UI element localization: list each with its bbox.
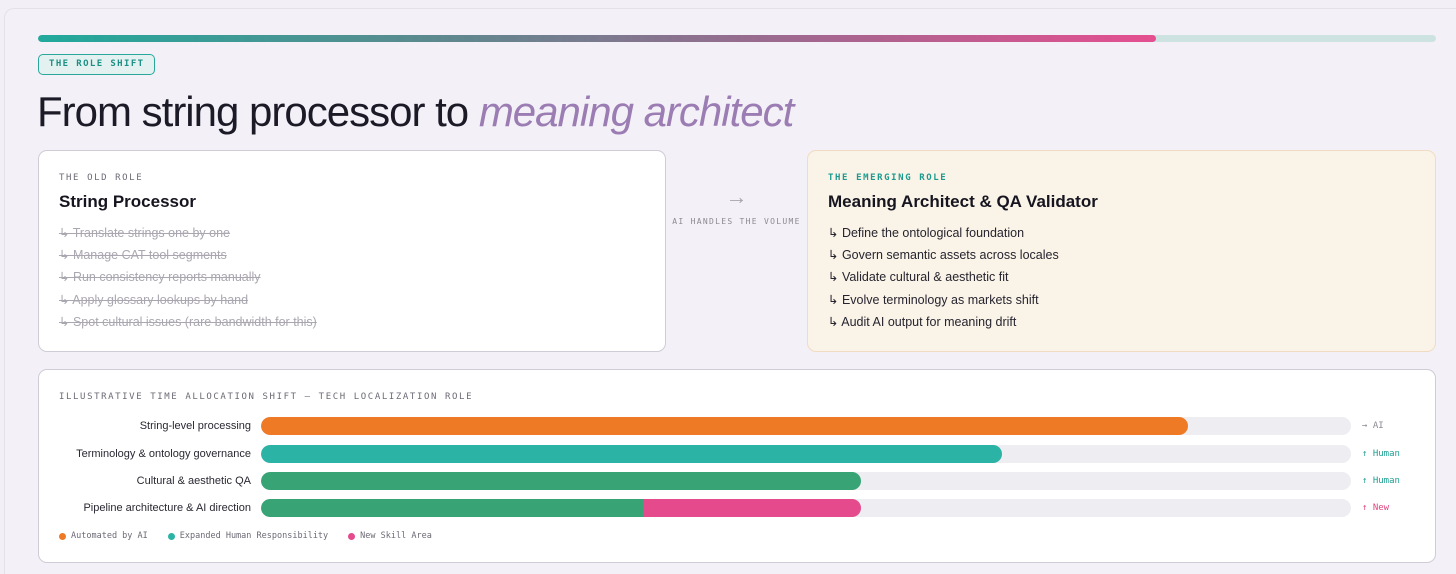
bar-segment: [261, 445, 1003, 463]
legend-dot-icon: [348, 532, 356, 540]
bar-segment: [261, 499, 643, 517]
chart-row: Cultural & aesthetic QA ↑ Human: [39, 472, 1437, 490]
section-badge: THE ROLE SHIFT: [38, 54, 156, 75]
arrow-right-icon: →: [725, 184, 748, 209]
time-allocation-chart: ILLUSTRATIVE TIME ALLOCATION SHIFT — TEC…: [38, 369, 1436, 563]
old-role-item: ↳ Translate strings one by one: [59, 226, 230, 240]
legend-label: New Skill Area: [360, 531, 432, 541]
chart-row: Pipeline architecture & AI direction ↑ Ne…: [39, 499, 1437, 517]
old-role-item: ↳ Run consistency reports manually: [59, 270, 261, 285]
new-role-card: THE EMERGING ROLE Meaning Architect & QA…: [807, 150, 1436, 352]
bar-track: [261, 417, 1351, 435]
old-role-card: THE OLD ROLE String Processor ↳ Translat…: [38, 150, 666, 352]
bar-track: [261, 445, 1351, 463]
chart-row: String-level processing → AI: [39, 417, 1437, 435]
new-role-list: ↳ Define the ontological foundation ↳ Go…: [828, 222, 1415, 333]
bar-track: [261, 499, 1351, 517]
chart-row: Terminology & ontology governance ↑ Human: [39, 445, 1437, 463]
title-main: From string processor to: [37, 88, 479, 135]
chart-legend: Automated by AI Expanded Human Responsibi…: [59, 531, 432, 541]
legend-label: Expanded Human Responsibility: [179, 531, 329, 541]
old-role-item: ↳ Apply glossary lookups by hand: [59, 292, 249, 307]
row-label: Pipeline architecture & AI direction: [83, 502, 251, 514]
legend-item: Expanded Human Responsibility: [167, 531, 329, 541]
bar-segment: [642, 499, 861, 517]
new-role-eyebrow: THE EMERGING ROLE: [828, 173, 948, 183]
old-role-list: ↳ Translate strings one by one ↳ Manage …: [59, 222, 645, 333]
old-role-title: String Processor: [59, 192, 196, 211]
chart-title: ILLUSTRATIVE TIME ALLOCATION SHIFT — TEC…: [59, 392, 474, 402]
page-title: From string processor to meaning archite…: [37, 88, 795, 136]
new-role-item: ↳ Audit AI output for meaning drift: [828, 314, 1017, 329]
transition-label: AI HANDLES THE VOLUME: [672, 217, 801, 226]
title-accent: meaning architect: [478, 88, 795, 135]
legend-dot-icon: [59, 532, 66, 540]
new-role-item: ↳ Evolve terminology as markets shift: [828, 292, 1039, 307]
old-role-item: ↳ Spot cultural issues (rare bandwidth f…: [59, 314, 317, 329]
bar-track: [261, 472, 1351, 490]
old-role-item: ↳ Manage CAT tool segments: [59, 248, 227, 263]
new-role-title: Meaning Architect & QA Validator: [828, 192, 1098, 211]
legend-item: Automated by AI: [59, 531, 148, 541]
row-shift-tag: ↑ Human: [1362, 449, 1400, 459]
legend-dot-icon: [167, 532, 175, 540]
row-shift-tag: ↑ Human: [1362, 476, 1400, 486]
bar-segment: [261, 417, 1188, 435]
old-role-eyebrow: THE OLD ROLE: [59, 173, 144, 183]
row-shift-tag: ↑ New: [1362, 503, 1390, 513]
new-role-item: ↳ Validate cultural & aesthetic fit: [828, 270, 1009, 285]
legend-item: New Skill Area: [348, 531, 432, 541]
bar-segment: [261, 472, 861, 490]
new-role-item: ↳ Govern semantic assets across locales: [828, 248, 1059, 263]
row-label: String-level processing: [139, 420, 251, 432]
progress-bar: [38, 35, 1436, 42]
row-shift-tag: → AI: [1362, 421, 1384, 431]
row-label: Terminology & ontology governance: [76, 448, 251, 460]
row-label: Cultural & aesthetic QA: [136, 475, 251, 487]
legend-label: Automated by AI: [71, 531, 148, 541]
transition-indicator: → AI HANDLES THE VOLUME: [666, 184, 807, 227]
progress-fill: [38, 35, 1157, 42]
new-role-item: ↳ Define the ontological foundation: [828, 226, 1025, 240]
